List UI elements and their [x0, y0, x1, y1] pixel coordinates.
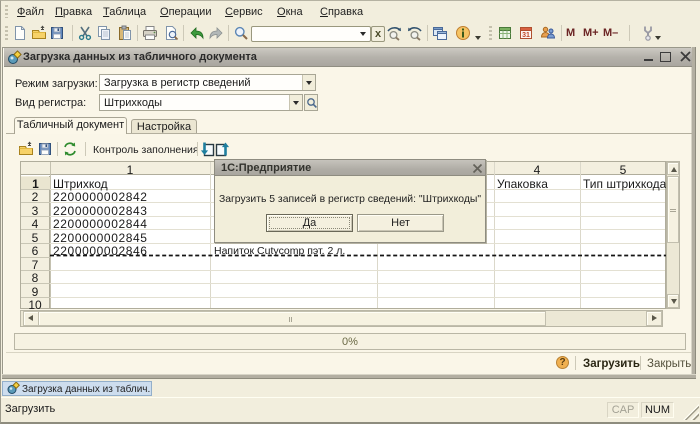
svg-text:31: 31 [522, 32, 530, 39]
